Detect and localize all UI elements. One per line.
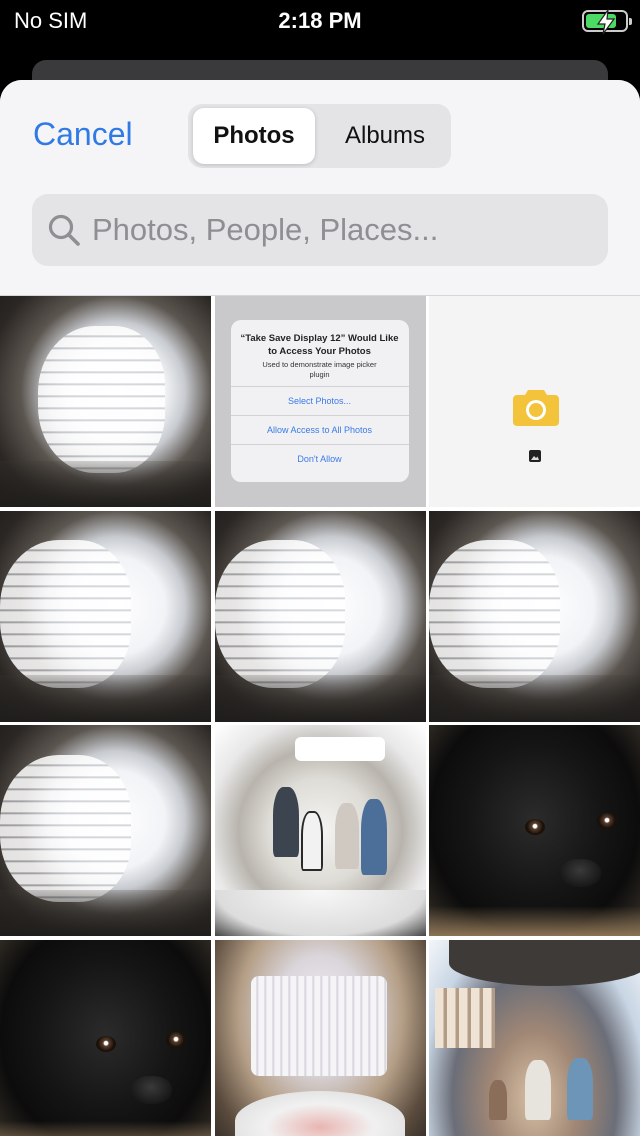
picker-header: Cancel Photos Albums: [0, 80, 640, 296]
dialog-allow-all: Allow Access to All Photos: [230, 415, 409, 444]
charging-bolt-icon: [596, 9, 616, 35]
cancel-button[interactable]: Cancel: [33, 116, 133, 153]
photo-thumbnail[interactable]: [0, 296, 211, 507]
photo-thumbnail[interactable]: [0, 510, 211, 722]
search-input[interactable]: [92, 194, 592, 266]
clock: 2:18 PM: [278, 8, 362, 33]
camera-icon: [513, 390, 559, 426]
photo-thumbnail[interactable]: [214, 939, 426, 1136]
tab-photos[interactable]: Photos: [193, 108, 315, 164]
photo-picker-sheet: Cancel Photos Albums “Take Save Display …: [0, 80, 640, 1136]
segmented-control: Photos Albums: [188, 104, 451, 168]
dialog-select-photos: Select Photos...: [230, 386, 409, 415]
dialog-dont-allow: Don't Allow: [230, 444, 409, 473]
tab-albums[interactable]: Albums: [324, 108, 446, 164]
dialog-title: “Take Save Display 12” Would Like to Acc…: [240, 333, 399, 357]
photo-thumbnail[interactable]: [214, 510, 426, 722]
photo-thumbnail[interactable]: [0, 725, 211, 936]
search-bar: [32, 194, 608, 266]
photo-thumbnail[interactable]: [0, 939, 211, 1136]
status-bar: No SIM 2:18 PM: [0, 0, 640, 40]
dialog-message: Used to demonstrate image picker plugin: [262, 360, 377, 379]
photo-thumbnail[interactable]: [429, 296, 640, 507]
photo-thumbnail[interactable]: [429, 725, 640, 936]
photo-thumbnail[interactable]: “Take Save Display 12” Would Like to Acc…: [214, 296, 426, 507]
photo-thumbnail[interactable]: [429, 510, 640, 722]
photo-thumbnail[interactable]: [429, 939, 640, 1136]
image-badge-icon: [529, 450, 541, 462]
photo-thumbnail[interactable]: [214, 725, 426, 936]
battery-icon: [582, 9, 632, 35]
permission-dialog-preview: “Take Save Display 12” Would Like to Acc…: [230, 320, 409, 482]
search-icon: [48, 214, 80, 246]
